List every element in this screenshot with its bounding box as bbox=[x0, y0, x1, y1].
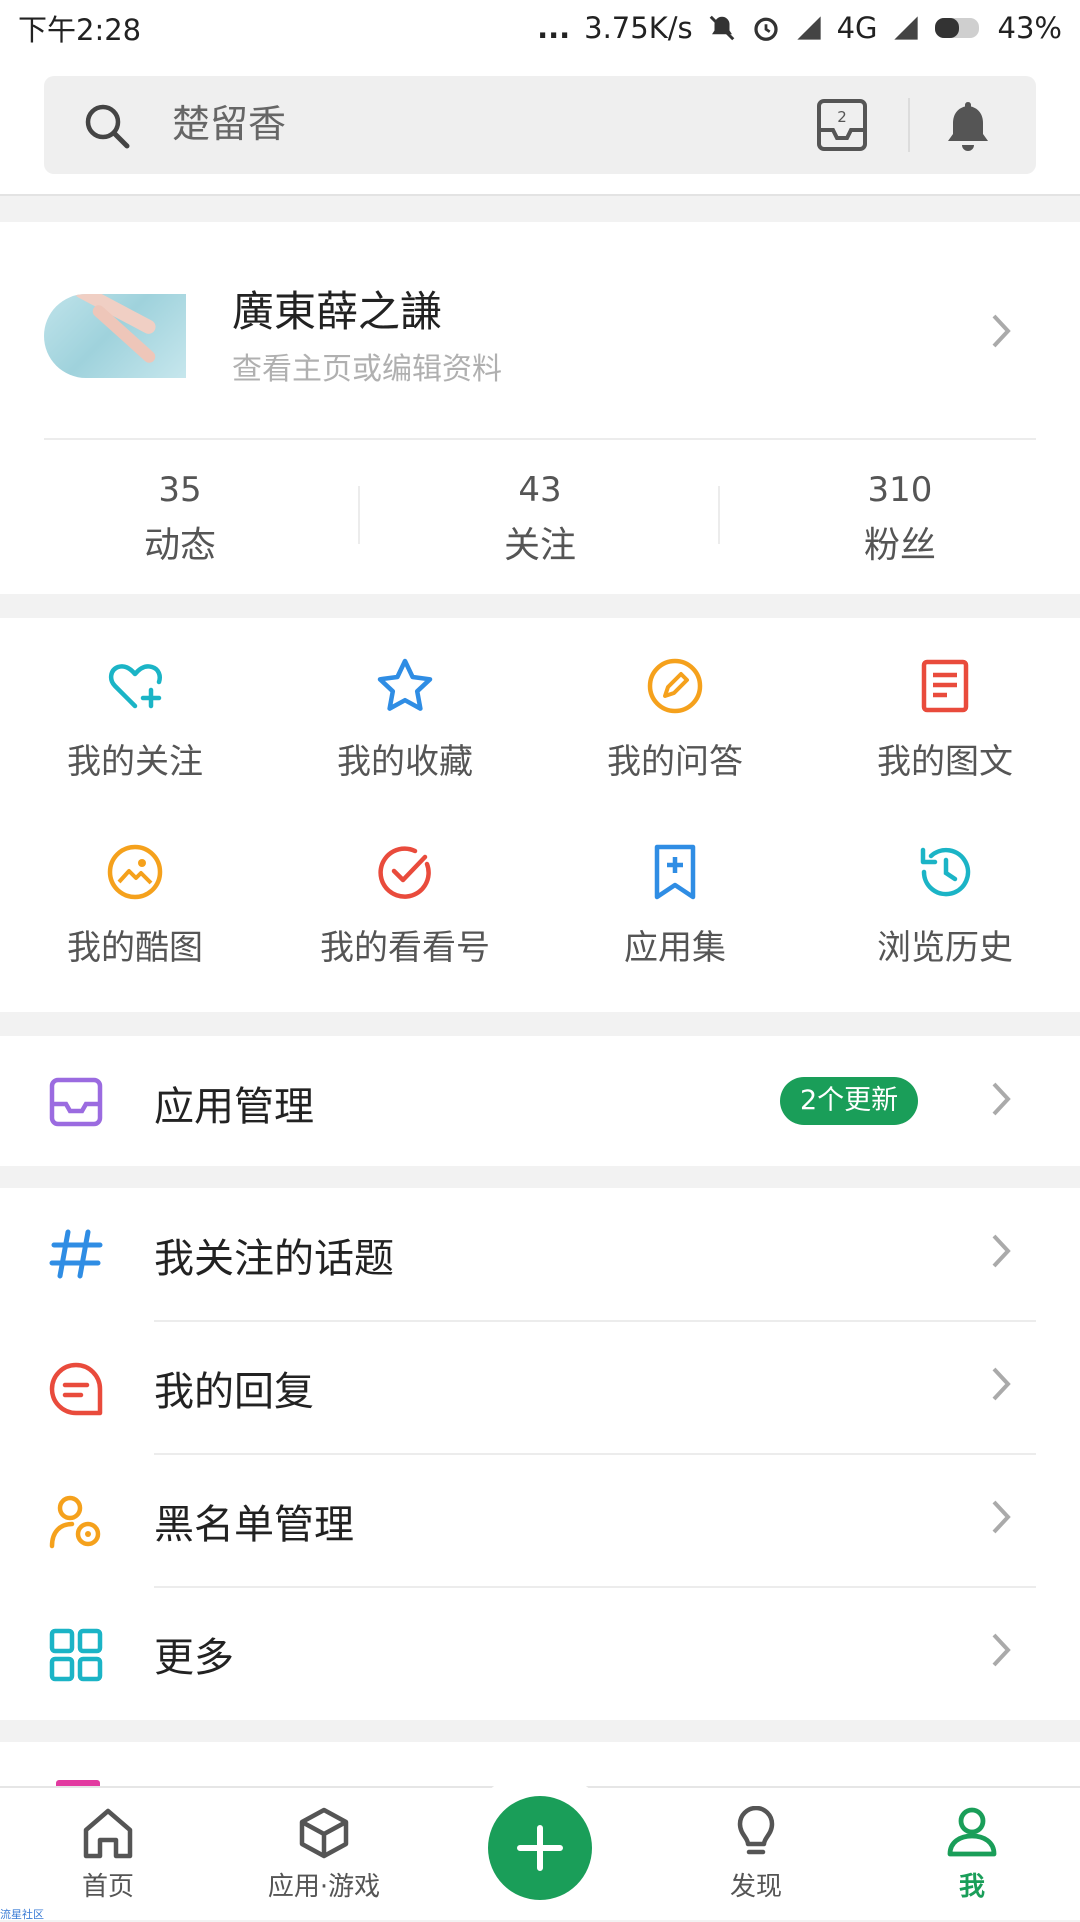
star-icon bbox=[377, 658, 433, 711]
chevron-right-icon bbox=[992, 1082, 1011, 1116]
chevron-right-icon[interactable] bbox=[990, 312, 1012, 350]
signal-icon bbox=[796, 16, 821, 40]
stat-label: 关注 bbox=[503, 525, 576, 566]
nav-me[interactable]: 我 bbox=[892, 1806, 1052, 1903]
grid-item-label: 应用集 bbox=[624, 928, 726, 968]
nav-home[interactable]: 首页 bbox=[28, 1806, 188, 1903]
search-input[interactable]: 楚留香 bbox=[172, 98, 286, 150]
image-circle-icon bbox=[107, 844, 163, 900]
grid-item-my-images[interactable]: 我的酷图 bbox=[0, 842, 270, 969]
stat-posts[interactable]: 35 动态 bbox=[0, 440, 360, 594]
grid-icon bbox=[49, 1628, 103, 1682]
avatar-edge bbox=[186, 294, 194, 378]
grid-item-label: 我的看看号 bbox=[320, 928, 490, 968]
menu-list: 我关注的话题 我的回复 黑名单管理 更多 bbox=[0, 1188, 1080, 1720]
stat-label: 粉丝 bbox=[863, 525, 936, 566]
menu-item-blacklist[interactable]: 黑名单管理 bbox=[0, 1454, 1080, 1584]
battery-level: 43% bbox=[997, 11, 1062, 45]
grid-item-history[interactable]: 浏览历史 bbox=[810, 842, 1080, 969]
status-dots: ... bbox=[537, 11, 571, 45]
person-icon bbox=[947, 1807, 997, 1857]
grid-item-label: 我的收藏 bbox=[337, 742, 473, 782]
person-block-icon bbox=[49, 1495, 101, 1549]
grid-item-label: 浏览历史 bbox=[877, 928, 1013, 968]
inbox-tray-icon bbox=[49, 1077, 103, 1127]
home-icon bbox=[83, 1808, 133, 1859]
cube-icon bbox=[299, 1807, 349, 1859]
avatar[interactable] bbox=[44, 294, 194, 378]
grid-item-label: 我的图文 bbox=[877, 742, 1013, 782]
profile-subtitle[interactable]: 查看主页或编辑资料 bbox=[232, 344, 502, 388]
nav-label: 首页 bbox=[81, 1872, 134, 1902]
menu-item-label: 更多 bbox=[154, 1635, 234, 1681]
menu-item-more[interactable]: 更多 bbox=[0, 1587, 1080, 1717]
grid-item-my-channel[interactable]: 我的看看号 bbox=[270, 842, 540, 969]
status-bar: 下午2:28 ... 3.75K/s 4G 43% bbox=[0, 0, 1080, 56]
check-circle-icon bbox=[378, 846, 431, 899]
menu-item-label: 我关注的话题 bbox=[154, 1236, 394, 1282]
download-inbox-icon[interactable]: 2 bbox=[816, 98, 868, 152]
stat-fans[interactable]: 310 粉丝 bbox=[720, 440, 1080, 594]
shortcut-grid: 我的关注 我的收藏 我的问答 我的图文 我的酷图 我的看看号 应用集 浏览历史 bbox=[0, 618, 1080, 1012]
inbox-badge: 2 bbox=[837, 108, 847, 126]
nav-label: 发现 bbox=[729, 1872, 782, 1902]
stat-label: 动态 bbox=[143, 525, 216, 566]
menu-item-label: 黑名单管理 bbox=[154, 1502, 354, 1548]
grid-item-my-favorites[interactable]: 我的收藏 bbox=[270, 656, 540, 783]
document-icon bbox=[921, 659, 969, 713]
bottom-nav: 首页 应用·游戏 发现 我 bbox=[0, 1770, 1080, 1920]
heart-plus-icon bbox=[108, 664, 162, 709]
grid-item-app-collections[interactable]: 应用集 bbox=[540, 842, 810, 969]
signal-icon-2 bbox=[893, 16, 918, 40]
profile-stats: 35 动态 43 关注 310 粉丝 bbox=[0, 440, 1080, 594]
status-icons: ... 3.75K/s 4G 43% bbox=[537, 11, 1062, 45]
app-manage-label: 应用管理 bbox=[154, 1084, 314, 1130]
mute-icon bbox=[709, 15, 734, 41]
chevron-right-icon bbox=[992, 1500, 1011, 1534]
grid-item-my-posts[interactable]: 我的图文 bbox=[810, 656, 1080, 783]
status-time: 下午2:28 bbox=[18, 13, 142, 47]
search-icon bbox=[85, 104, 130, 149]
grid-item-label: 我的问答 bbox=[607, 742, 743, 782]
history-icon bbox=[920, 847, 971, 897]
network-type: 4G bbox=[836, 11, 878, 45]
chat-bubble-icon bbox=[49, 1362, 103, 1416]
bookmark-plus-icon bbox=[654, 844, 696, 900]
nav-discover[interactable]: 发现 bbox=[676, 1806, 836, 1903]
top-bar: 楚留香 2 bbox=[0, 56, 1080, 196]
nav-label: 应用·游戏 bbox=[267, 1872, 381, 1902]
app-manage-card: 应用管理 2个更新 bbox=[0, 1036, 1080, 1166]
chevron-right-icon bbox=[992, 1633, 1011, 1667]
grid-item-my-qa[interactable]: 我的问答 bbox=[540, 656, 810, 783]
alarm-icon bbox=[753, 17, 778, 41]
plus-icon bbox=[517, 1825, 563, 1871]
chevron-right-icon bbox=[992, 1234, 1011, 1268]
nav-apps-games[interactable]: 应用·游戏 bbox=[244, 1806, 404, 1903]
stat-value: 35 bbox=[158, 470, 202, 510]
search-divider bbox=[908, 98, 910, 152]
pencil-circle-icon bbox=[647, 658, 703, 714]
grid-item-my-follows[interactable]: 我的关注 bbox=[0, 656, 270, 783]
bell-icon[interactable] bbox=[942, 98, 994, 154]
grid-item-label: 我的关注 bbox=[67, 742, 203, 782]
app-manage-row[interactable]: 应用管理 2个更新 bbox=[0, 1036, 1080, 1166]
battery-icon bbox=[934, 18, 979, 38]
search-box[interactable]: 楚留香 2 bbox=[44, 76, 1036, 174]
stat-value: 43 bbox=[518, 470, 562, 510]
net-speed: 3.75K/s bbox=[584, 11, 693, 45]
lightbulb-icon bbox=[737, 1806, 775, 1855]
menu-item-replies[interactable]: 我的回复 bbox=[0, 1321, 1080, 1451]
grid-item-label: 我的酷图 bbox=[67, 928, 203, 968]
stat-following[interactable]: 43 关注 bbox=[360, 440, 720, 594]
hash-icon bbox=[49, 1229, 103, 1279]
update-badge: 2个更新 bbox=[780, 1077, 919, 1125]
nav-label: 我 bbox=[958, 1872, 985, 1902]
menu-item-topics[interactable]: 我关注的话题 bbox=[0, 1188, 1080, 1318]
stat-value: 310 bbox=[867, 470, 933, 510]
profile-name[interactable]: 廣東薛之謙 bbox=[232, 278, 442, 339]
add-post-button[interactable] bbox=[488, 1796, 592, 1900]
profile-card: 廣東薛之謙 查看主页或编辑资料 35 动态 43 关注 310 粉丝 bbox=[0, 222, 1080, 594]
chevron-right-icon bbox=[992, 1367, 1011, 1401]
menu-item-label: 我的回复 bbox=[154, 1369, 314, 1415]
